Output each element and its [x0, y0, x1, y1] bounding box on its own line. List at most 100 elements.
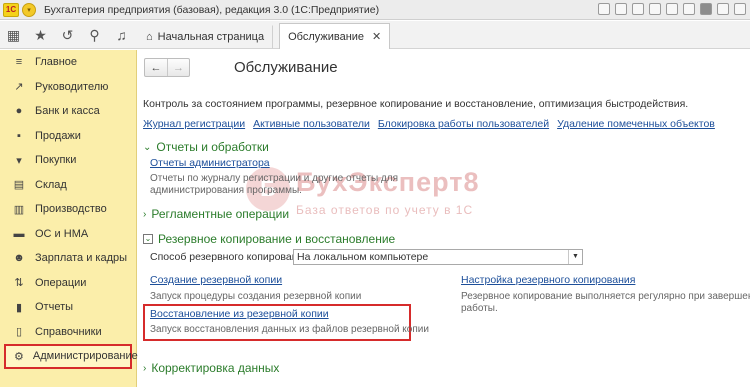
- app-logo-icon: 1С: [3, 2, 19, 17]
- sidebar-item-label: Банк и касса: [35, 105, 100, 118]
- chevron-right-icon: ›: [143, 362, 147, 374]
- link-delete-marked[interactable]: Удаление помеченных объектов: [557, 118, 715, 130]
- sidebar-item-salary[interactable]: ☻ Зарплата и кадры: [0, 246, 136, 271]
- sidebar-item-reports[interactable]: ▮ Отчеты: [0, 295, 136, 320]
- link-restore-backup[interactable]: Восстановление из резервной копии: [150, 308, 329, 320]
- calculator-icon[interactable]: [649, 3, 661, 15]
- apps-grid-icon[interactable]: ▦: [0, 21, 27, 49]
- window-title: Бухгалтерия предприятия (базовая), редак…: [44, 3, 380, 16]
- section-backup-header[interactable]: ⌄ Резервное копирование и восстановление: [143, 232, 395, 246]
- chart-icon: ↗: [14, 81, 24, 94]
- section-title: Отчеты и обработки: [156, 140, 269, 154]
- sidebar-item-main[interactable]: ≡ Главное: [0, 50, 136, 75]
- backup-method-select[interactable]: На локальном компьютере ▼: [293, 249, 583, 265]
- link-create-backup[interactable]: Создание резервной копии: [150, 274, 282, 286]
- sidebar: ≡ Главное ↗ Руководителю ● Банк и касса ▪ Пр…: [0, 50, 138, 387]
- gear-icon: ⚙: [14, 350, 24, 363]
- star-icon[interactable]: ★: [27, 21, 54, 49]
- link-event-log[interactable]: Журнал регистрации: [143, 118, 245, 130]
- nav-buttons: ← →: [144, 58, 190, 77]
- assets-icon: ▬: [13, 227, 25, 240]
- section-title: Резервное копирование и восстановление: [158, 232, 396, 246]
- search-icon[interactable]: ⚲: [81, 21, 108, 49]
- section-routine-header[interactable]: › Регламентные операции: [143, 207, 289, 221]
- sidebar-item-manager[interactable]: ↗ Руководителю: [0, 75, 136, 100]
- sidebar-item-label: Производство: [35, 203, 107, 216]
- backup-method-value: На локальном компьютере: [297, 251, 429, 263]
- sidebar-item-sales[interactable]: ▪ Продажи: [0, 124, 136, 149]
- cart-icon: ▾: [16, 154, 22, 167]
- top-toolbar: ▦ ★ ↺ ⚲ ♫ ⌂ Начальная страница Обслужива…: [0, 21, 750, 49]
- watermark-tagline: База ответов по учету в 1С: [296, 203, 474, 217]
- sidebar-item-label: Администрирование: [32, 350, 138, 363]
- link-active-users[interactable]: Активные пользователи: [253, 118, 370, 130]
- warehouse-icon: ▤: [13, 179, 25, 192]
- sidebar-item-purchases[interactable]: ▾ Покупки: [0, 148, 136, 173]
- collapse-icon: ⌄: [143, 234, 153, 244]
- minimize-icon[interactable]: [717, 3, 729, 15]
- top-icon-group: ▦ ★ ↺ ⚲ ♫: [0, 21, 137, 49]
- section-data-fix-header[interactable]: › Корректировка данных: [143, 361, 279, 375]
- menu-icon: ≡: [15, 56, 23, 69]
- sidebar-item-label: Склад: [35, 178, 67, 191]
- people-icon: ☻: [13, 252, 25, 265]
- sidebar-item-warehouse[interactable]: ▤ Склад: [0, 173, 136, 198]
- back-button[interactable]: ←: [145, 59, 167, 76]
- sidebar-item-label: Руководителю: [35, 80, 109, 93]
- calendar-icon[interactable]: [632, 3, 644, 15]
- section-reports-header[interactable]: ⌄ Отчеты и обработки: [143, 140, 269, 154]
- memory-icon[interactable]: [666, 3, 678, 15]
- window-titlebar: 1С ▾ Бухгалтерия предприятия (базовая), …: [0, 0, 750, 20]
- info-icon[interactable]: [700, 3, 712, 15]
- section-title: Корректировка данных: [151, 361, 280, 375]
- link-block-users[interactable]: Блокировка работы пользователей: [378, 118, 549, 130]
- bell-icon[interactable]: ♫: [108, 21, 135, 49]
- chevron-right-icon: ›: [143, 208, 147, 220]
- sidebar-item-label: Продажи: [35, 129, 81, 142]
- zoom-icon[interactable]: [683, 3, 695, 15]
- main-menu-button[interactable]: ▾: [22, 2, 36, 17]
- sidebar-item-label: Справочники: [35, 325, 102, 338]
- tab-maintenance[interactable]: Обслуживание ✕: [279, 23, 391, 49]
- backup-settings-note-line1: Резервное копирование выполняется регуля…: [461, 291, 750, 302]
- home-icon: ⌂: [146, 31, 153, 43]
- sidebar-item-label: Покупки: [35, 154, 77, 167]
- history-icon[interactable]: ↺: [54, 21, 81, 49]
- reports-note-line1: Отчеты по журналу регистрации и другие о…: [150, 173, 398, 184]
- top-links: Журнал регистрации Активные пользователи…: [143, 118, 715, 130]
- link-backup-settings[interactable]: Настройка резервного копирования: [461, 274, 635, 286]
- sidebar-item-production[interactable]: ▥ Производство: [0, 197, 136, 222]
- backup-settings-note-line2: работы.: [461, 303, 498, 314]
- sidebar-item-assets[interactable]: ▬ ОС и НМА: [0, 222, 136, 247]
- sidebar-item-label: Операции: [35, 276, 87, 289]
- print-icon[interactable]: [615, 3, 627, 15]
- create-backup-note: Запуск процедуры создания резервной копи…: [150, 291, 362, 302]
- close-icon[interactable]: ✕: [372, 30, 381, 43]
- sidebar-item-catalogs[interactable]: ▯ Справочники: [0, 320, 136, 345]
- reports-note-line2: администрирования программы.: [150, 185, 302, 196]
- book-icon: ▯: [15, 326, 23, 339]
- sidebar-item-label: Зарплата и кадры: [35, 252, 128, 265]
- maximize-icon[interactable]: [734, 3, 746, 15]
- page-title: Обслуживание: [234, 59, 338, 76]
- sidebar-item-administration[interactable]: ⚙ Администрирование: [4, 344, 138, 369]
- dropdown-arrow-icon[interactable]: ▼: [568, 250, 582, 264]
- restore-backup-note: Запуск восстановления данных из файлов р…: [150, 324, 429, 335]
- tab-bar: ⌂ Начальная страница Обслуживание ✕: [137, 21, 391, 49]
- sales-icon: ▪: [17, 129, 21, 142]
- tab-home[interactable]: ⌂ Начальная страница: [137, 25, 274, 49]
- main-content: ← → Обслуживание Б БухЭксперт8 База отве…: [138, 50, 750, 387]
- reports-icon: ▮: [15, 301, 23, 314]
- link-admin-reports[interactable]: Отчеты администратора: [150, 157, 270, 169]
- tab-label: Обслуживание: [288, 30, 365, 43]
- sidebar-item-operations[interactable]: ⇅ Операции: [0, 271, 136, 296]
- operations-icon: ⇅: [14, 277, 24, 290]
- sidebar-item-bank[interactable]: ● Банк и касса: [0, 99, 136, 124]
- tab-label: Начальная страница: [157, 31, 265, 43]
- forward-button[interactable]: →: [167, 59, 189, 76]
- save-icon[interactable]: [598, 3, 610, 15]
- page-description: Контроль за состоянием программы, резерв…: [143, 98, 689, 110]
- sidebar-item-label: ОС и НМА: [35, 227, 89, 240]
- bank-icon: ●: [15, 105, 23, 118]
- window-tools: [598, 3, 746, 15]
